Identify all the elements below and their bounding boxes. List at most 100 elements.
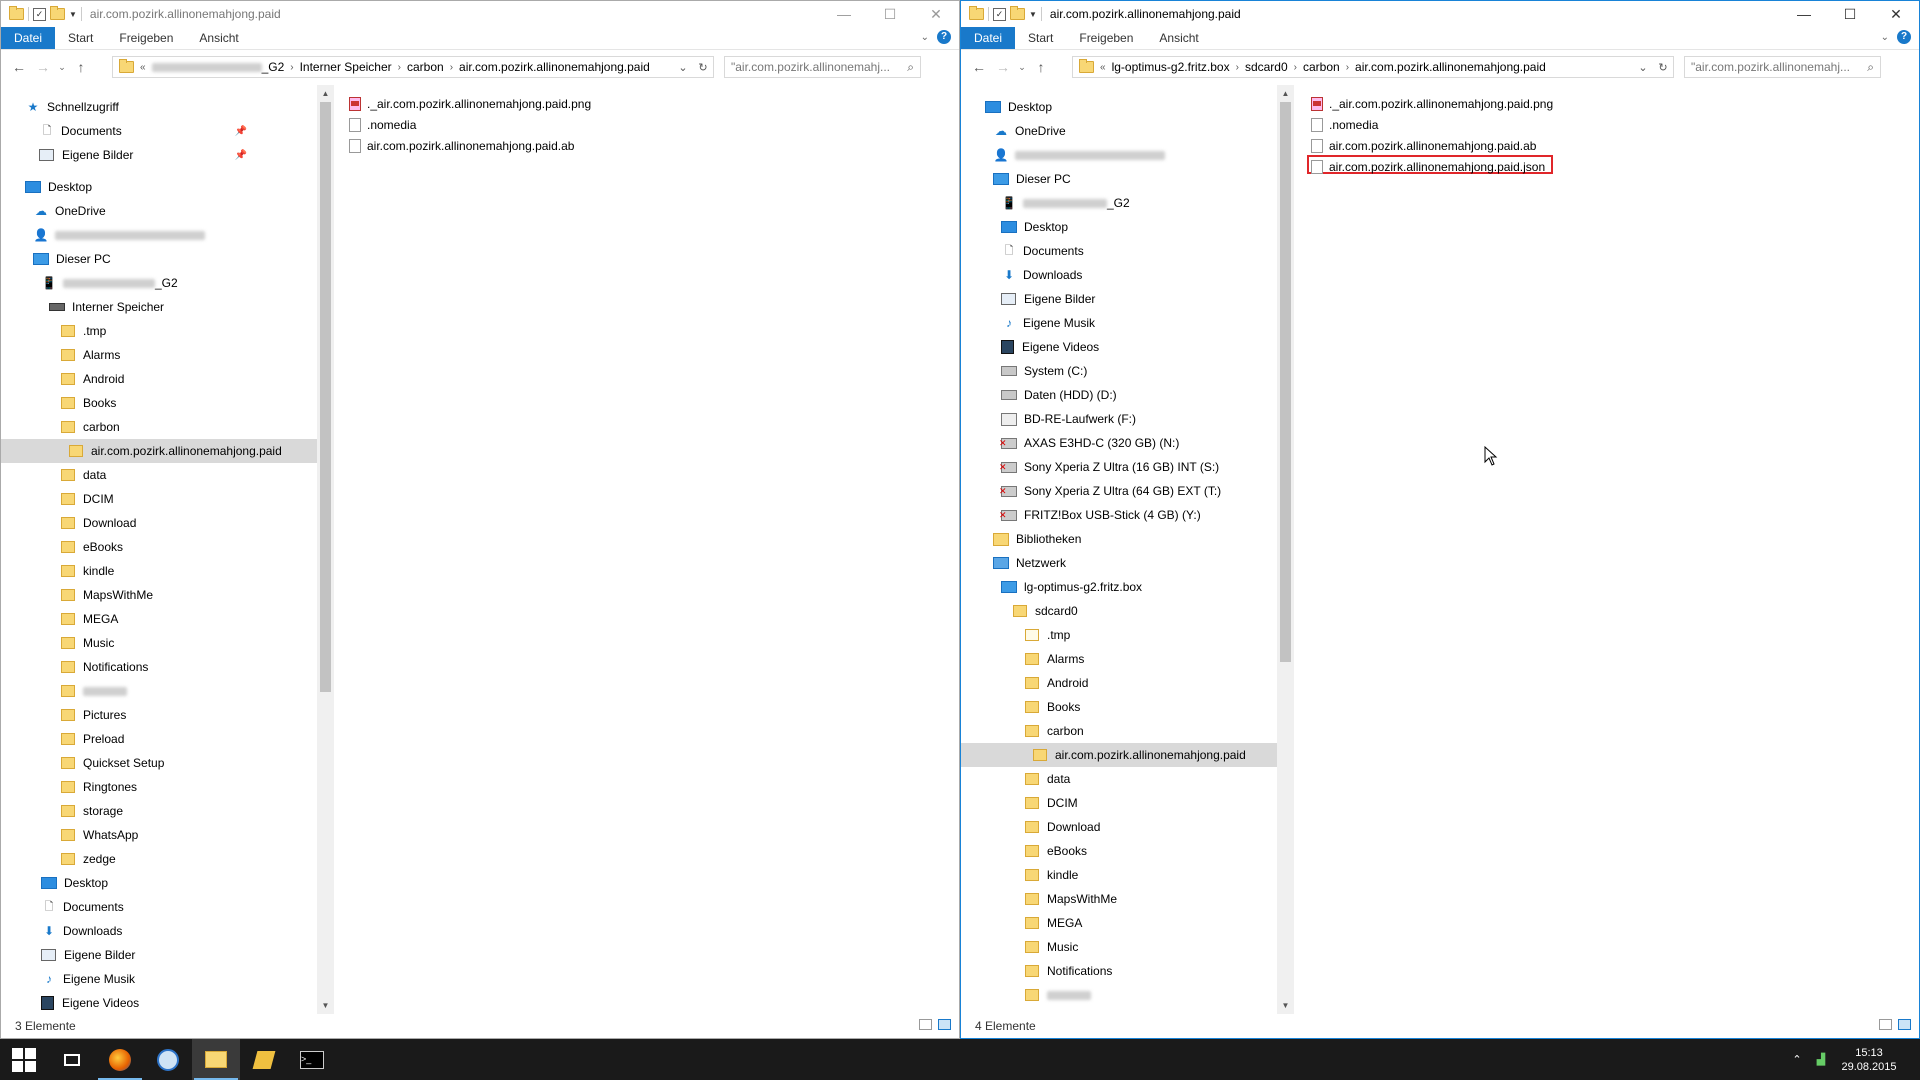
nav-item-drive[interactable]: System (C:): [961, 359, 1279, 383]
scroll-down-icon[interactable]: ▼: [1277, 997, 1294, 1014]
details-view-icon[interactable]: [919, 1019, 932, 1030]
taskbar-app[interactable]: [144, 1039, 192, 1080]
file-item[interactable]: ._air.com.pozirk.allinonemahjong.paid.pn…: [1311, 93, 1919, 114]
nav-folder[interactable]: MEGA: [961, 911, 1279, 935]
nav-folder[interactable]: Music: [961, 935, 1279, 959]
nav-scrollbar[interactable]: ▲ ▼: [317, 85, 334, 1014]
nav-folder[interactable]: MapsWithMe: [1, 583, 319, 607]
help-icon[interactable]: ?: [937, 30, 951, 44]
maximize-button[interactable]: ☐: [867, 1, 913, 27]
tab-datei[interactable]: Datei: [961, 27, 1016, 49]
nav-folder[interactable]: carbon: [961, 719, 1279, 743]
nav-folder[interactable]: kindle: [1, 559, 319, 583]
nav-folder[interactable]: DCIM: [961, 791, 1279, 815]
up-button[interactable]: ↑: [69, 59, 93, 75]
minimize-button[interactable]: —: [1781, 1, 1827, 27]
nav-folder[interactable]: Books: [1, 391, 319, 415]
nav-folder[interactable]: Download: [1, 511, 319, 535]
forward-button[interactable]: →: [991, 59, 1015, 75]
nav-folder[interactable]: Pictures: [1, 703, 319, 727]
nav-folder[interactable]: Quickset Setup: [1, 751, 319, 775]
task-view-button[interactable]: [48, 1039, 96, 1080]
tab-start[interactable]: Start: [55, 27, 106, 49]
nav-item-dieser-pc[interactable]: Dieser PC: [1, 247, 319, 271]
file-item-highlighted[interactable]: air.com.pozirk.allinonemahjong.paid.json: [1307, 155, 1919, 177]
file-item[interactable]: .nomedia: [349, 114, 959, 135]
nav-folder[interactable]: Alarms: [961, 647, 1279, 671]
close-button[interactable]: ✕: [913, 1, 959, 27]
nav-item-schnellzugriff[interactable]: ★ Schnellzugriff: [1, 95, 319, 119]
breadcrumb-sdcard0[interactable]: sdcard0: [1239, 60, 1294, 74]
tab-datei[interactable]: Datei: [1, 27, 56, 49]
nav-folder[interactable]: Alarms: [1, 343, 319, 367]
nav-folder[interactable]: data: [961, 767, 1279, 791]
nav-folder[interactable]: .tmp: [1, 319, 319, 343]
nav-item-network-drive[interactable]: AXAS E3HD-C (320 GB) (N:): [961, 431, 1279, 455]
nav-item-desktop[interactable]: Desktop: [961, 215, 1279, 239]
breadcrumb-interner-speicher[interactable]: Interner Speicher: [294, 60, 398, 74]
nav-item-user[interactable]: 👤: [961, 143, 1279, 167]
expand-ribbon-icon[interactable]: ⌄: [1881, 32, 1889, 43]
nav-folder[interactable]: MapsWithMe: [961, 887, 1279, 911]
address-dropdown-icon[interactable]: ⌄: [1633, 61, 1653, 74]
nav-item-device[interactable]: 📱 _G2: [1, 271, 319, 295]
nav-folder[interactable]: eBooks: [1, 535, 319, 559]
scroll-thumb[interactable]: [320, 102, 331, 692]
nav-item-eigene-bilder[interactable]: Eigene Bilder 📌: [1, 143, 319, 167]
nav-folder[interactable]: Android: [961, 671, 1279, 695]
nav-folder-selected[interactable]: air.com.pozirk.allinonemahjong.paid: [961, 743, 1279, 767]
nav-folder[interactable]: carbon: [1, 415, 319, 439]
search-input[interactable]: "air.com.pozirk.allinonemahj... ⌕: [724, 56, 921, 78]
clock[interactable]: 15:13 29.08.2015: [1834, 1046, 1904, 1074]
tab-freigeben[interactable]: Freigeben: [106, 27, 186, 49]
nav-item-eigene-videos[interactable]: Eigene Videos: [961, 335, 1279, 359]
up-button[interactable]: ↑: [1029, 59, 1053, 75]
nav-item-eigene-bilder[interactable]: Eigene Bilder: [1, 943, 319, 967]
details-view-icon[interactable]: [1879, 1019, 1892, 1030]
nav-item-documents[interactable]: 🗋 Documents 📌: [1, 119, 319, 143]
nav-item-interner-speicher[interactable]: Interner Speicher: [1, 295, 319, 319]
nav-item-dieser-pc[interactable]: Dieser PC: [961, 167, 1279, 191]
scroll-up-icon[interactable]: ▲: [317, 85, 334, 102]
nav-item-network-drive[interactable]: FRITZ!Box USB-Stick (4 GB) (Y:): [961, 503, 1279, 527]
back-button[interactable]: ←: [967, 59, 991, 75]
network-status-icon[interactable]: ▟: [1808, 1053, 1834, 1066]
nav-item-onedrive[interactable]: ☁ OneDrive: [1, 199, 319, 223]
nav-folder[interactable]: Books: [961, 695, 1279, 719]
nav-folder[interactable]: zedge: [1, 847, 319, 871]
maximize-button[interactable]: ☐: [1827, 1, 1873, 27]
customize-quick-access-icon[interactable]: ▼: [1029, 10, 1037, 19]
nav-item-downloads[interactable]: ⬇ Downloads: [961, 263, 1279, 287]
taskbar-file-explorer[interactable]: [192, 1039, 240, 1080]
nav-folder[interactable]: Download: [961, 815, 1279, 839]
nav-folder[interactable]: Android: [1, 367, 319, 391]
nav-folder[interactable]: eBooks: [961, 839, 1279, 863]
tab-ansicht[interactable]: Ansicht: [186, 27, 251, 49]
large-icons-view-icon[interactable]: [1898, 1019, 1911, 1030]
nav-folder[interactable]: Notifications: [1, 655, 319, 679]
search-input[interactable]: "air.com.pozirk.allinonemahj... ⌕: [1684, 56, 1881, 78]
nav-folder-redacted[interactable]: [1, 679, 319, 703]
file-item[interactable]: ._air.com.pozirk.allinonemahjong.paid.pn…: [349, 93, 959, 114]
recent-locations-button[interactable]: ⌄: [1015, 62, 1029, 73]
nav-item-bibliotheken[interactable]: Bibliotheken: [961, 527, 1279, 551]
breadcrumb-host[interactable]: lg-optimus-g2.fritz.box: [1106, 60, 1236, 74]
nav-item-eigene-videos[interactable]: Eigene Videos: [1, 991, 319, 1014]
search-icon[interactable]: ⌕: [907, 60, 914, 75]
scroll-thumb[interactable]: [1280, 102, 1291, 662]
nav-folder-redacted[interactable]: [961, 983, 1279, 1007]
file-item[interactable]: air.com.pozirk.allinonemahjong.paid.ab: [1311, 135, 1919, 156]
nav-item-desktop[interactable]: Desktop: [1, 871, 319, 895]
address-dropdown-icon[interactable]: ⌄: [673, 61, 693, 74]
new-folder-icon[interactable]: [50, 6, 65, 20]
scroll-up-icon[interactable]: ▲: [1277, 85, 1294, 102]
nav-folder[interactable]: .tmp: [961, 623, 1279, 647]
breadcrumb-current[interactable]: air.com.pozirk.allinonemahjong.paid: [1349, 60, 1552, 74]
nav-folder[interactable]: storage: [1, 799, 319, 823]
show-hidden-icons-icon[interactable]: ⌃: [1786, 1053, 1808, 1066]
tab-start[interactable]: Start: [1015, 27, 1066, 49]
forward-button[interactable]: →: [31, 59, 55, 75]
breadcrumb-device[interactable]: _G2: [146, 60, 291, 74]
refresh-icon[interactable]: ↻: [1653, 61, 1673, 74]
nav-item-documents[interactable]: 🗋 Documents: [961, 239, 1279, 263]
